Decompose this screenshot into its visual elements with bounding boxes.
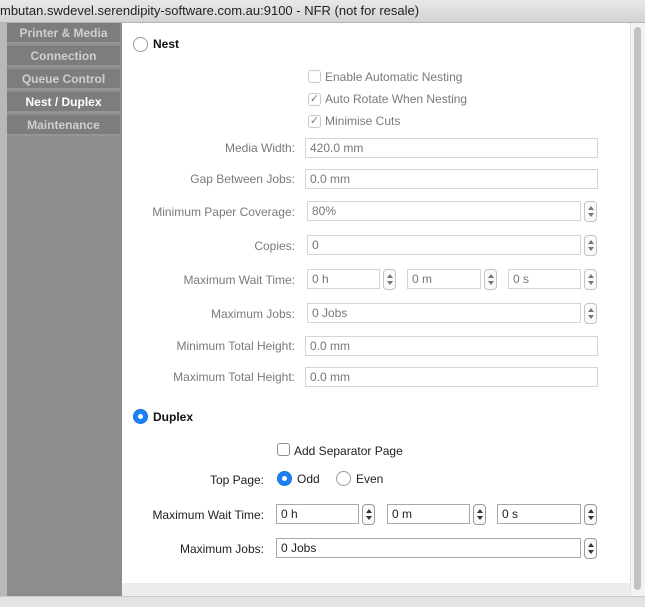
sidebar-item-printer-media[interactable]: Printer & Media (7, 23, 120, 44)
arrow-up-icon (588, 274, 594, 278)
sidebar-gutter (0, 23, 7, 596)
enable-automatic-nesting-checkbox[interactable] (308, 70, 321, 83)
sidebar-item-queue-control[interactable]: Queue Control (7, 69, 120, 90)
nest-wait-minutes-input[interactable] (407, 269, 481, 289)
arrow-down-icon (588, 315, 594, 319)
nest-max-wait-time-label: Maximum Wait Time: (183, 273, 295, 287)
copies-label: Copies: (254, 239, 295, 253)
window-title: mbutan.swdevel.serendipity-software.com.… (0, 3, 420, 18)
nest-wait-minutes-stepper[interactable] (484, 269, 497, 290)
nest-max-jobs-stepper[interactable] (584, 303, 597, 324)
add-separator-page-checkbox[interactable] (277, 443, 290, 456)
enable-automatic-nesting-label: Enable Automatic Nesting (325, 70, 463, 84)
duplex-wait-minutes-input[interactable] (387, 504, 470, 524)
duplex-wait-seconds-stepper[interactable] (584, 504, 597, 525)
arrow-down-icon (588, 213, 594, 217)
arrow-down-icon (588, 247, 594, 251)
panel-footer (122, 583, 630, 596)
media-width-input[interactable] (305, 138, 598, 158)
arrow-down-icon (366, 516, 372, 520)
scrollbar-thumb[interactable] (634, 27, 641, 590)
checkmark-icon: ✓ (309, 93, 320, 105)
copies-stepper[interactable] (584, 235, 597, 256)
arrow-up-icon (477, 509, 483, 513)
nest-wait-seconds-stepper[interactable] (584, 269, 597, 290)
arrow-up-icon (387, 274, 393, 278)
duplex-wait-minutes-stepper[interactable] (473, 504, 486, 525)
title-bar: mbutan.swdevel.serendipity-software.com.… (0, 0, 645, 23)
duplex-wait-hours-input[interactable] (276, 504, 359, 524)
arrow-up-icon (588, 308, 594, 312)
nest-wait-hours-input[interactable] (307, 269, 380, 289)
duplex-radio-label: Duplex (153, 410, 194, 424)
copies-input[interactable] (307, 235, 581, 255)
top-page-label: Top Page: (209, 473, 264, 487)
top-page-even-label: Even (356, 472, 384, 486)
arrow-down-icon (477, 516, 483, 520)
duplex-max-jobs-label: Maximum Jobs: (179, 542, 264, 556)
nest-max-jobs-label: Maximum Jobs: (210, 307, 295, 321)
media-width-label: Media Width: (224, 141, 295, 155)
min-paper-coverage-label: Minimum Paper Coverage: (152, 205, 295, 219)
duplex-wait-hours-stepper[interactable] (362, 504, 375, 525)
sidebar-item-maintenance[interactable]: Maintenance (7, 115, 120, 136)
min-total-height-input[interactable] (305, 336, 598, 356)
min-total-height-label: Minimum Total Height: (176, 339, 296, 353)
nest-radio[interactable] (133, 37, 148, 52)
arrow-up-icon (588, 509, 594, 513)
minimise-cuts-label: Minimise Cuts (325, 114, 401, 128)
arrow-up-icon (588, 206, 594, 210)
arrow-up-icon (366, 509, 372, 513)
gap-between-jobs-input[interactable] (305, 169, 598, 189)
nest-wait-hours-stepper[interactable] (383, 269, 396, 290)
arrow-up-icon (588, 543, 594, 547)
arrow-up-icon (588, 240, 594, 244)
checkmark-icon: ✓ (309, 115, 320, 127)
auto-rotate-checkbox[interactable]: ✓ (308, 93, 321, 106)
max-total-height-input[interactable] (305, 367, 598, 387)
arrow-down-icon (588, 281, 594, 285)
nest-wait-seconds-input[interactable] (508, 269, 581, 289)
arrow-down-icon (588, 550, 594, 554)
min-paper-coverage-stepper[interactable] (584, 201, 597, 222)
nest-max-jobs-input[interactable] (307, 303, 581, 323)
min-paper-coverage-input[interactable] (307, 201, 581, 221)
arrow-down-icon (387, 281, 393, 285)
top-page-odd-label: Odd (297, 472, 320, 486)
auto-rotate-label: Auto Rotate When Nesting (325, 92, 468, 106)
add-separator-page-label: Add Separator Page (294, 444, 403, 458)
arrow-down-icon (488, 281, 494, 285)
duplex-max-wait-time-label: Maximum Wait Time: (152, 508, 264, 522)
minimise-cuts-checkbox[interactable]: ✓ (308, 115, 321, 128)
top-page-odd-radio[interactable] (277, 471, 292, 486)
duplex-wait-seconds-input[interactable] (497, 504, 581, 524)
gap-between-jobs-label: Gap Between Jobs: (190, 172, 295, 186)
duplex-max-jobs-input[interactable] (276, 538, 581, 558)
duplex-max-jobs-stepper[interactable] (584, 538, 597, 559)
sidebar-item-connection[interactable]: Connection (7, 46, 120, 67)
nest-radio-label: Nest (153, 37, 180, 51)
arrow-up-icon (488, 274, 494, 278)
sidebar-item-nest-duplex[interactable]: Nest / Duplex (7, 92, 120, 113)
top-page-even-radio[interactable] (336, 471, 351, 486)
arrow-down-icon (588, 516, 594, 520)
max-total-height-label: Maximum Total Height: (173, 370, 295, 384)
duplex-radio[interactable] (133, 409, 148, 424)
status-bar (0, 596, 645, 607)
